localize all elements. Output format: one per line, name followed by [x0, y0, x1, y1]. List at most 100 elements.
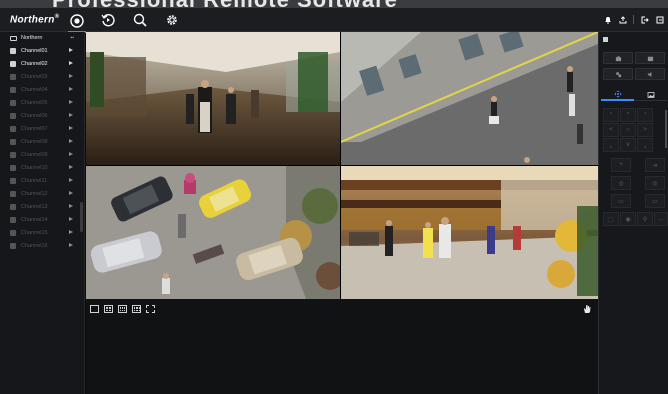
- sidebar-item-channel[interactable]: Channel04: [0, 83, 84, 96]
- layout-9-icon[interactable]: [118, 305, 127, 313]
- cruise-button[interactable]: ▭: [645, 194, 665, 208]
- channel-label: Channel10: [21, 164, 48, 171]
- sidebar-item-channel[interactable]: Channel08: [0, 135, 84, 148]
- layout-4-icon[interactable]: [104, 305, 113, 313]
- video-tile-4[interactable]: [341, 166, 598, 299]
- sidebar-item-channel[interactable]: Channel02: [0, 57, 84, 70]
- intercom-button[interactable]: [603, 68, 633, 80]
- camera-status-icon: [10, 86, 16, 93]
- track-button[interactable]: ⬚: [603, 212, 619, 226]
- bell-icon[interactable]: [603, 15, 612, 24]
- upload-icon[interactable]: [618, 15, 627, 24]
- channel-label: Channel02: [21, 60, 48, 67]
- play-arrow-icon[interactable]: [69, 139, 73, 143]
- camera-status-icon: [10, 242, 16, 249]
- play-arrow-icon[interactable]: [69, 74, 73, 78]
- play-arrow-icon[interactable]: [69, 87, 73, 91]
- iris-close-button[interactable]: ◎: [645, 176, 665, 190]
- layout-toolbar: [86, 299, 598, 394]
- audio-button[interactable]: [635, 68, 665, 80]
- play-arrow-icon[interactable]: [69, 100, 73, 104]
- sidebar-item-channel[interactable]: Channel10: [0, 161, 84, 174]
- video-grid: [86, 32, 598, 299]
- settings-icon[interactable]: [163, 11, 181, 29]
- zoom-button[interactable]: +: [611, 158, 631, 172]
- play-arrow-icon[interactable]: [69, 243, 73, 247]
- sidebar-item-channel[interactable]: Channel07: [0, 122, 84, 135]
- layout-16-icon[interactable]: [132, 305, 141, 313]
- ptz-up-left[interactable]: ⌜: [603, 108, 619, 122]
- channel-label: Channel13: [21, 203, 48, 210]
- ptz-down[interactable]: v: [620, 138, 636, 152]
- exit-icon[interactable]: [655, 15, 664, 24]
- light-button[interactable]: ◉: [620, 212, 636, 226]
- live-view-icon[interactable]: [68, 11, 86, 33]
- video-tile-1[interactable]: [86, 32, 340, 165]
- ptz-left[interactable]: <: [603, 123, 619, 137]
- tab-image[interactable]: [634, 88, 667, 101]
- ptz-up[interactable]: ^: [620, 108, 636, 122]
- ptz-down-right[interactable]: ⌟: [637, 138, 653, 152]
- play-arrow-icon[interactable]: [69, 191, 73, 195]
- record-button[interactable]: [635, 52, 665, 64]
- sidebar-item-channel[interactable]: Channel03: [0, 70, 84, 83]
- channel-label: Channel12: [21, 190, 48, 197]
- play-arrow-icon[interactable]: [69, 126, 73, 130]
- sidebar-item-channel[interactable]: Channel14: [0, 213, 84, 226]
- sidebar-item-channel[interactable]: Channel01: [0, 44, 84, 57]
- ptz-right[interactable]: >: [637, 123, 653, 137]
- channel-label: Channel01: [21, 47, 48, 54]
- channel-label: Channel06: [21, 112, 48, 119]
- play-arrow-icon[interactable]: [69, 152, 73, 156]
- sidebar-item-channel[interactable]: Channel15: [0, 226, 84, 239]
- sidebar-item-channel[interactable]: Channel05: [0, 96, 84, 109]
- hand-icon[interactable]: [582, 304, 592, 314]
- window-controls: [603, 15, 664, 24]
- camera-status-icon: [10, 112, 16, 119]
- video-tile-2[interactable]: [341, 32, 598, 165]
- play-arrow-icon[interactable]: [69, 217, 73, 221]
- play-arrow-icon[interactable]: [69, 165, 73, 169]
- iris-button[interactable]: ◎: [611, 176, 631, 190]
- camera-status-icon: [10, 190, 16, 197]
- location-button[interactable]: ⚲: [637, 212, 653, 226]
- sidebar-scrollbar[interactable]: [80, 202, 83, 232]
- header-divider: [633, 15, 634, 24]
- more-button[interactable]: …: [654, 212, 668, 226]
- play-arrow-icon[interactable]: [69, 48, 73, 52]
- ptz-down-left[interactable]: ⌞: [603, 138, 619, 152]
- camera-status-icon: [10, 138, 16, 145]
- ptz-up-right[interactable]: ⌝: [637, 108, 653, 122]
- play-arrow-icon[interactable]: [69, 230, 73, 234]
- search-icon[interactable]: [131, 11, 149, 29]
- ptz-speed-slider[interactable]: [665, 110, 667, 148]
- ptz-home[interactable]: ○: [620, 123, 636, 137]
- layout-1-icon[interactable]: [90, 305, 99, 313]
- channel-label: Channel09: [21, 151, 48, 158]
- device-menu-icon[interactable]: ▪▪: [70, 35, 74, 41]
- focus-button[interactable]: ⇥: [645, 158, 665, 172]
- sidebar-item-channel[interactable]: Channel16: [0, 239, 84, 252]
- panel-collapse-icon[interactable]: [603, 36, 608, 42]
- snapshot-button[interactable]: [603, 52, 633, 64]
- play-arrow-icon[interactable]: [69, 204, 73, 208]
- fullscreen-icon[interactable]: [146, 305, 155, 313]
- camera-status-icon: [10, 164, 16, 171]
- sidebar-item-channel[interactable]: Channel09: [0, 148, 84, 161]
- sidebar-item-channel[interactable]: Channel12: [0, 187, 84, 200]
- sidebar-item-channel[interactable]: Channel11: [0, 174, 84, 187]
- play-arrow-icon[interactable]: [69, 113, 73, 117]
- device-root[interactable]: Northern ▪▪: [0, 32, 84, 44]
- sidebar-item-channel[interactable]: Channel13: [0, 200, 84, 213]
- camera-status-icon: [10, 125, 16, 132]
- tab-ptz[interactable]: [601, 88, 634, 101]
- play-arrow-icon[interactable]: [69, 61, 73, 65]
- play-arrow-icon[interactable]: [69, 178, 73, 182]
- preset-button[interactable]: ▭: [611, 194, 631, 208]
- channel-label: Channel08: [21, 138, 48, 145]
- playback-icon[interactable]: [99, 11, 117, 29]
- video-tile-3[interactable]: [86, 166, 340, 299]
- logout-icon[interactable]: [640, 15, 649, 24]
- sidebar-item-channel[interactable]: Channel06: [0, 109, 84, 122]
- channel-label: Channel11: [21, 177, 48, 184]
